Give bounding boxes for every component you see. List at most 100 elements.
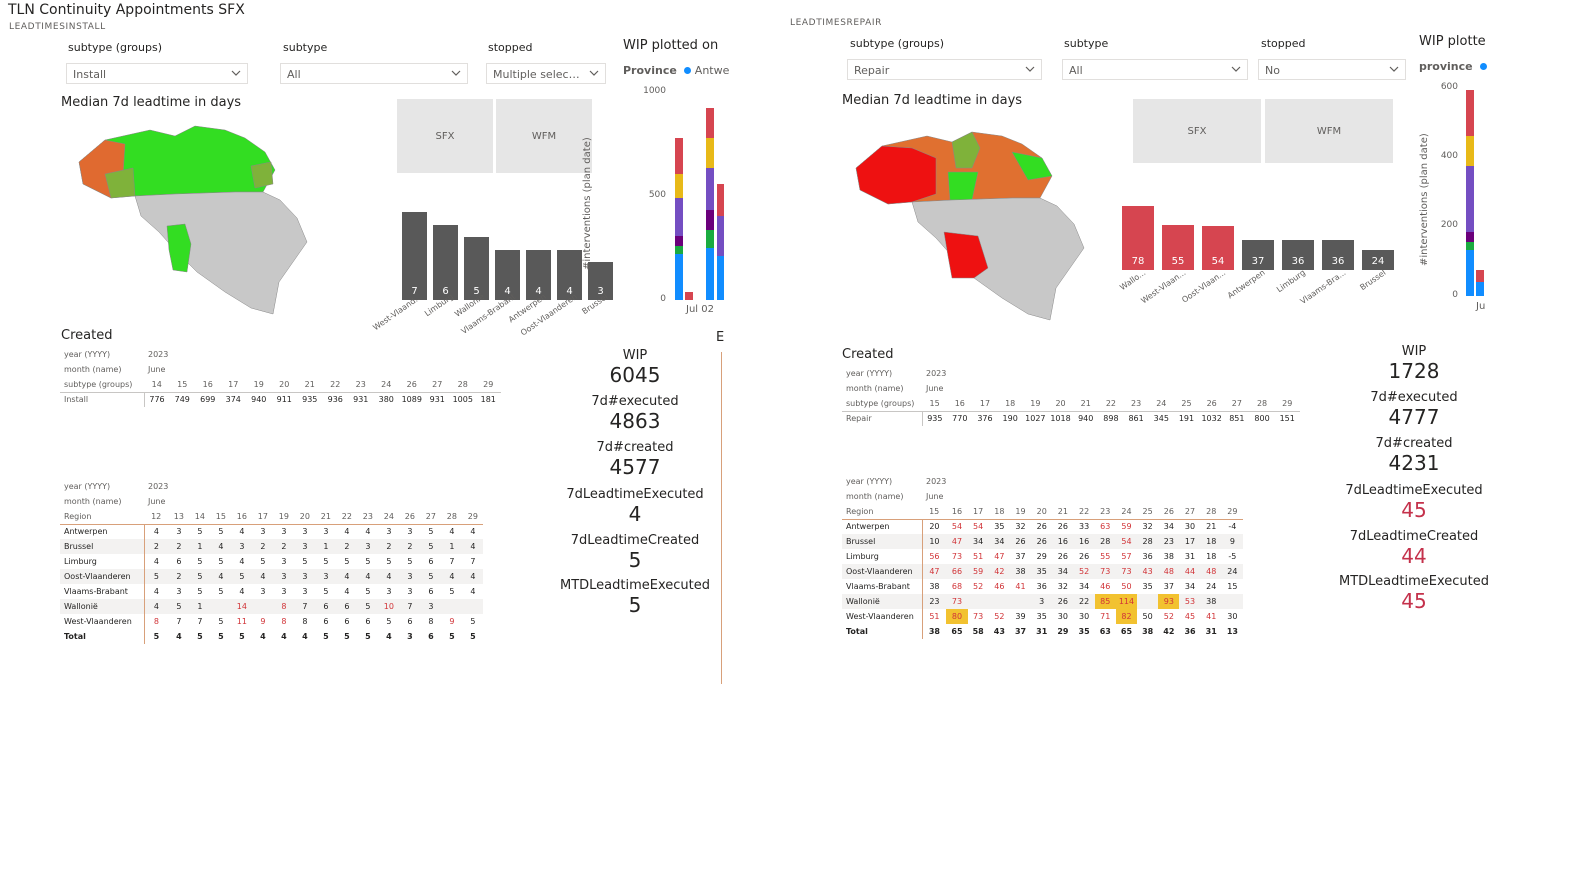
kpi-label: 7d#created xyxy=(1375,436,1453,451)
matrix-cell: 6 xyxy=(428,632,434,641)
bar[interactable]: 55 xyxy=(1162,224,1194,270)
created-matrix-repair: year (YYYY) 2023 month (name) June subtype (… xyxy=(842,366,1300,426)
map-region-west[interactable] xyxy=(855,145,937,205)
matrix-cell: 5 xyxy=(407,557,413,566)
matrix-cell: 11 xyxy=(236,617,247,626)
table-row: West-Vlaanderen 8 7 7 5 11 9 8 8 6 6 6 5 6 8 9 5 xyxy=(60,614,483,629)
matrix-cell: 10 xyxy=(383,602,394,611)
kpi-label: MTDLeadtimeExecuted xyxy=(1338,574,1489,589)
sfx-tile-button[interactable]: SFX xyxy=(1133,99,1261,163)
matrix-cell: 48 xyxy=(1206,567,1217,576)
matrix-cell: 181 xyxy=(480,395,496,405)
matrix-cell: 28 xyxy=(1142,537,1153,546)
bar[interactable]: 4 xyxy=(526,249,551,300)
matrix-cell: 8 xyxy=(153,617,159,626)
kpi-value: 4 xyxy=(628,502,642,526)
bar[interactable]: 78 xyxy=(1122,206,1154,270)
chevron-down-icon xyxy=(231,70,241,76)
subtype-dropdown[interactable]: All xyxy=(1062,59,1248,80)
table-row: year (YYYY) 2023 xyxy=(60,479,483,494)
bar-category-label: Wallo... xyxy=(1118,268,1148,293)
wfm-tile-button[interactable]: WFM xyxy=(1265,99,1393,163)
matrix-cell: 2 xyxy=(407,542,413,551)
matrix-cell: 5 xyxy=(218,587,224,596)
matrix-cell: 17 xyxy=(1184,537,1196,546)
matrix-cell: 1032 xyxy=(1201,414,1222,424)
bar[interactable]: 4 xyxy=(495,249,520,300)
belgium-map-repair[interactable] xyxy=(852,128,1088,324)
matrix-cell: 5 xyxy=(323,587,329,596)
region-matrix-install: year (YYYY) 2023 month (name) June Region 12 1… xyxy=(60,479,484,644)
matrix-cell: 19 xyxy=(1030,398,1041,408)
kpi-card: 7dLeadtimeExecuted 4 xyxy=(540,487,730,526)
map-region-wallonia[interactable] xyxy=(911,197,1085,321)
matrix-cell: 71 xyxy=(1100,612,1111,621)
bar[interactable]: 37 xyxy=(1242,239,1274,270)
matrix-cell: 4 xyxy=(344,587,350,596)
matrix-cell: 6 xyxy=(365,617,371,626)
matrix-cell: June xyxy=(926,384,944,393)
bar[interactable]: 4 xyxy=(557,249,582,300)
subtype-groups-dropdown[interactable]: Repair xyxy=(847,59,1042,80)
map-region-wallonia[interactable] xyxy=(134,191,308,315)
map-region-hainaut-green[interactable] xyxy=(166,223,192,273)
matrix-cell: 4 xyxy=(218,542,224,551)
matrix-cell: 4 xyxy=(470,587,476,596)
wip-stacked-bars-install[interactable] xyxy=(672,100,724,300)
map-title-repair: Median 7d leadtime in days xyxy=(842,93,1023,108)
matrix-cell: 42 xyxy=(1163,627,1175,636)
matrix-cell: 5 xyxy=(323,557,329,566)
matrix-cell: 3 xyxy=(407,632,413,641)
matrix-cell: 28 xyxy=(457,379,468,389)
matrix-cell: 5 xyxy=(344,632,350,641)
sfx-tile-button[interactable]: SFX xyxy=(397,99,493,173)
bar[interactable]: 54 xyxy=(1202,225,1234,270)
matrix-row-header: Repair xyxy=(842,411,923,426)
wfm-tile-button[interactable]: WFM xyxy=(496,99,592,173)
bar[interactable]: 36 xyxy=(1282,240,1314,270)
matrix-cell: 6 xyxy=(344,602,350,611)
matrix-cell: 35 xyxy=(1036,612,1047,621)
slicer-label-stopped: stopped xyxy=(488,41,533,54)
matrix-cell: 24 xyxy=(1156,398,1167,408)
table-row: Total 38 65 58 43 37 31 29 35 63 65 38 42 36 31 13 xyxy=(842,624,1243,639)
subtype-dropdown[interactable]: All xyxy=(280,63,468,84)
matrix-cell: 1018 xyxy=(1050,414,1071,424)
kpi-value: 1728 xyxy=(1388,359,1440,383)
matrix-cell: 4 xyxy=(153,557,159,566)
bar[interactable]: 5 xyxy=(464,237,489,300)
matrix-row-header: Vlaams-Brabant xyxy=(60,584,145,599)
matrix-cell: 15 xyxy=(1227,582,1238,591)
bar[interactable]: 24 xyxy=(1362,250,1394,270)
matrix-cell: 29 xyxy=(1282,398,1293,408)
bar[interactable]: 36 xyxy=(1322,240,1354,270)
stopped-dropdown[interactable]: No xyxy=(1258,59,1406,80)
matrix-cell xyxy=(1222,594,1243,609)
wip-y-axis-label-repair: #interventions (plan date) xyxy=(1419,133,1430,266)
map-region-limburg-east[interactable] xyxy=(250,161,274,189)
matrix-cell: 3 xyxy=(176,587,182,596)
matrix-cell: 29 xyxy=(467,511,478,521)
stopped-dropdown[interactable]: Multiple selectio... xyxy=(486,63,606,84)
matrix-cell: 749 xyxy=(174,395,190,405)
matrix-cell: 36 xyxy=(1036,582,1047,591)
wip-stacked-bars-repair[interactable] xyxy=(1464,88,1486,296)
bar[interactable]: 6 xyxy=(433,224,458,300)
chevron-down-icon xyxy=(589,70,599,76)
legend-label: province xyxy=(1419,60,1473,73)
matrix-cell: 936 xyxy=(327,395,343,405)
matrix-cell: 9 xyxy=(260,617,266,626)
matrix-row-header: Antwerpen xyxy=(60,524,145,539)
matrix-cell: 699 xyxy=(200,395,216,405)
matrix-cell: 5 xyxy=(386,617,392,626)
subtype-groups-dropdown[interactable]: Install xyxy=(66,63,248,84)
kpi-value: 5 xyxy=(628,548,642,572)
kpi-label: 7dLeadtimeExecuted xyxy=(1345,483,1483,498)
chevron-down-icon xyxy=(451,70,461,76)
kpi-card: WIP 6045 xyxy=(540,348,730,387)
kpi-value: 4231 xyxy=(1388,451,1440,475)
matrix-cell: 38 xyxy=(1206,597,1217,606)
belgium-map-install[interactable] xyxy=(75,122,311,318)
table-row: Oost-Vlaanderen 47 66 59 42 38 35 34 52 73 73 43 48 4… xyxy=(842,564,1243,579)
bar[interactable]: 7 xyxy=(402,212,427,300)
